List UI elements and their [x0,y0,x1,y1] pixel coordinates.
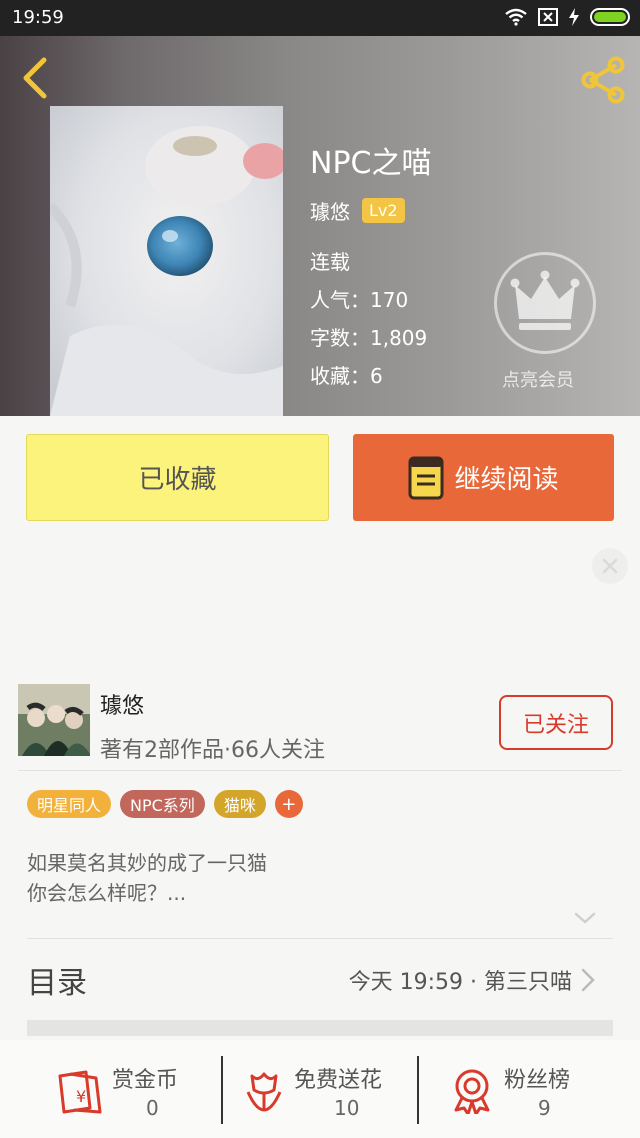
reward-count: 0 [146,1096,159,1120]
author-card-name[interactable]: 璩悠 [100,688,144,720]
book-intro: 如果莫名其妙的成了一只猫 你会怎么样呢？... [27,848,267,908]
bar-separator [221,1056,223,1124]
follow-button[interactable]: 已关注 [499,695,613,750]
bottom-action-bar: ¥ 赏金币 0 免费送花 10 粉丝榜 9 [0,1040,640,1138]
book-word-count: 字数：1,809 [310,326,428,350]
fans-count: 9 [538,1096,551,1120]
crown-icon [510,270,580,330]
toc-label[interactable]: 目录 [27,958,87,1002]
cat-cover-image [50,106,283,416]
divider [27,938,613,939]
continue-reading-button[interactable]: 继续阅读 [353,434,614,521]
content-strip [27,1020,613,1036]
author-avatar[interactable] [18,684,90,756]
avatar-image [18,684,90,756]
back-button[interactable] [16,56,56,100]
close-icon [602,558,618,574]
reward-label: 赏金币 [112,1068,179,1093]
red-envelope-icon: ¥ [58,1070,102,1114]
charging-icon [569,8,579,26]
book-header: NPC之喵 璩悠 Lv2 连载 人气：170 字数：1,809 收藏：6 点亮会… [0,36,640,416]
status-bar: 19:59 [0,0,640,36]
tag-item[interactable]: 猫咪 [213,790,266,818]
book-author[interactable]: 璩悠 [310,196,350,225]
bar-separator [417,1056,419,1124]
flowers-label: 免费送花 [294,1068,383,1093]
level-badge: Lv2 [362,198,405,223]
reward-coins-button[interactable]: ¥ 赏金币 0 [54,1054,204,1124]
chevron-right-icon[interactable] [580,968,596,992]
favorited-label: 已收藏 [138,465,217,495]
book-favorites: 收藏：6 [310,364,383,388]
flowers-count: 10 [334,1096,360,1120]
tag-item[interactable]: 明星同人 [27,790,112,818]
status-time: 19:59 [12,7,64,28]
medal-icon [454,1069,490,1114]
vip-crown-button[interactable] [494,252,596,354]
close-ad-button[interactable] [592,548,628,584]
book-title: NPC之喵 [310,146,432,181]
add-tag-button[interactable]: + [274,790,303,818]
sim-x-icon [538,8,558,26]
book-popularity: 人气：170 [310,288,409,312]
toc-latest-chapter[interactable]: 今天 19:59 · 第三只喵 [349,964,572,996]
tag-item[interactable]: NPC系列 [120,790,205,818]
book-cover[interactable] [50,106,283,416]
status-icons [504,8,630,26]
battery-icon [590,8,630,26]
intro-line: 你会怎么样呢？... [27,881,187,905]
expand-intro-chevron-icon[interactable] [574,910,596,926]
follow-label: 已关注 [522,712,589,738]
book-status: 连载 [310,250,350,274]
share-button[interactable] [578,56,628,104]
fans-label: 粉丝榜 [504,1068,571,1093]
divider [18,770,622,771]
intro-line: 如果莫名其妙的成了一只猫 [27,851,267,875]
flower-icon [246,1072,282,1112]
book-icon [408,456,444,499]
fan-ranking-button[interactable]: 粉丝榜 9 [448,1054,598,1124]
favorited-button[interactable]: 已收藏 [26,434,329,521]
wifi-icon [505,8,527,26]
vip-label[interactable]: 点亮会员 [502,366,574,392]
author-card-subtitle: 著有2部作品·66人关注 [100,738,325,763]
continue-reading-label: 继续阅读 [454,465,559,495]
svg-text:¥: ¥ [76,1087,86,1106]
tag-list: 明星同人 NPC系列 猫咪 + [27,790,303,818]
book-author-row: 璩悠 Lv2 [310,196,405,225]
free-flowers-button[interactable]: 免费送花 10 [242,1054,412,1124]
